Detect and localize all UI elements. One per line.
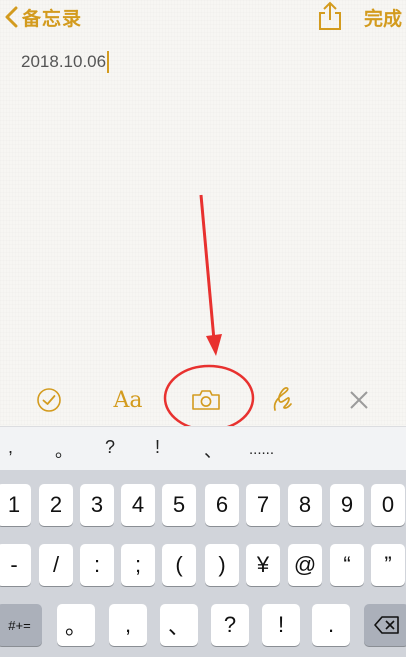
suggestion-item[interactable]: 。 [55, 437, 73, 463]
key[interactable]: ( [162, 544, 196, 586]
checklist-icon [37, 388, 61, 412]
back-label: 备忘录 [22, 8, 83, 30]
sketch-icon [273, 387, 292, 411]
key[interactable]: . [312, 604, 350, 646]
suggestion-item[interactable]: , [8, 437, 13, 458]
key[interactable]: @ [288, 544, 322, 586]
key[interactable]: 6 [205, 484, 239, 526]
key[interactable]: ! [262, 604, 300, 646]
back-button[interactable]: 备忘录 [4, 4, 82, 30]
key[interactable]: 3 [80, 484, 114, 526]
delete-key[interactable] [364, 604, 406, 646]
format-button[interactable]: Aa [110, 386, 146, 414]
suggestion-item[interactable]: 、 [204, 437, 222, 463]
key[interactable]: 8 [288, 484, 322, 526]
suggestion-item[interactable]: ! [155, 437, 160, 458]
symbols-mode-key[interactable]: #+= [0, 604, 42, 646]
key[interactable]: ¥ [246, 544, 280, 586]
key[interactable]: “ [330, 544, 364, 586]
note-toolbar: Aa [0, 372, 406, 426]
share-icon [319, 1, 341, 30]
key[interactable]: : [80, 544, 114, 586]
note-text: 2018.10.06 [21, 52, 107, 71]
key[interactable]: ” [371, 544, 405, 586]
chevron-left-icon [5, 6, 18, 28]
key[interactable]: 1 [0, 484, 31, 526]
key[interactable]: ) [205, 544, 239, 586]
note-editor[interactable]: 2018.10.06 [21, 51, 110, 73]
share-button[interactable] [316, 1, 344, 31]
suggestion-item[interactable]: ? [105, 437, 115, 458]
delete-icon [373, 616, 399, 634]
close-icon [350, 391, 368, 409]
key[interactable]: 2 [39, 484, 73, 526]
keyboard: 1 2 3 4 5 6 7 8 9 0 - / : ; ( ) ¥ @ “ ” … [0, 470, 406, 657]
key[interactable]: , [109, 604, 147, 646]
key[interactable]: / [39, 544, 73, 586]
key[interactable]: ; [121, 544, 155, 586]
key[interactable]: 5 [162, 484, 196, 526]
camera-button[interactable] [191, 386, 221, 414]
key[interactable]: 。 [57, 604, 95, 646]
key[interactable]: ? [211, 604, 249, 646]
key[interactable]: - [0, 544, 31, 586]
camera-icon [192, 390, 220, 410]
text-cursor [107, 51, 110, 73]
suggestion-bar: , 。 ? ! 、 ...... [0, 426, 406, 470]
suggestion-item[interactable]: ...... [249, 441, 274, 458]
key[interactable]: 4 [121, 484, 155, 526]
key[interactable]: 7 [246, 484, 280, 526]
checklist-button[interactable] [35, 386, 63, 414]
done-button[interactable]: 完成 [364, 4, 402, 31]
sketch-button[interactable] [270, 386, 296, 414]
key[interactable]: 9 [330, 484, 364, 526]
close-button[interactable] [347, 386, 371, 414]
key[interactable]: 、 [160, 604, 198, 646]
key[interactable]: 0 [371, 484, 405, 526]
